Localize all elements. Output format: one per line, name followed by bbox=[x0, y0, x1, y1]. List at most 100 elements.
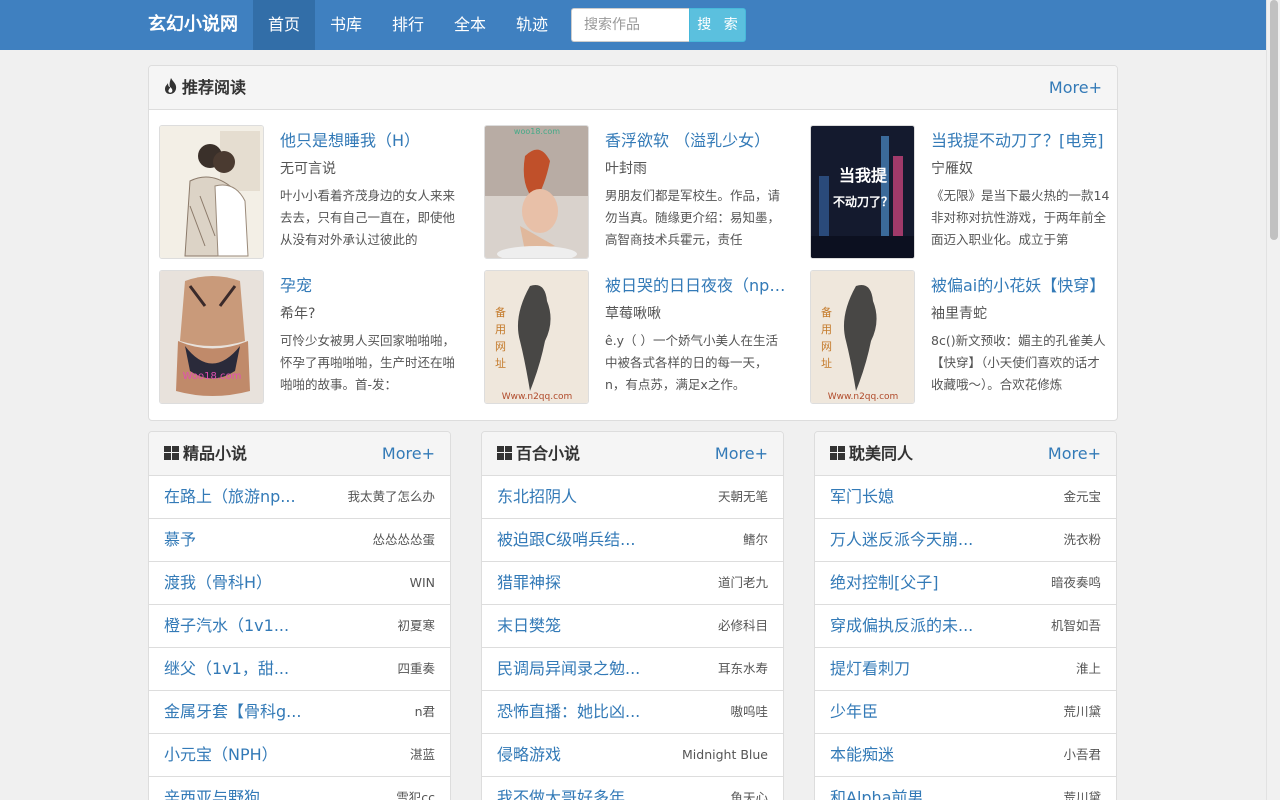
book-title-link[interactable]: 和Alpha前男 bbox=[830, 777, 924, 800]
book-title-link[interactable]: 侵略游戏 bbox=[497, 734, 561, 776]
book-card[interactable]: 当我提 不动刀了？ 当我提不动刀了？[电竞] 宁雁奴 《无限》是当下最火热的一款… bbox=[810, 125, 1117, 261]
book-title-link[interactable]: 万人迷反派今天崩... bbox=[830, 519, 973, 561]
book-author: 宁雁奴 bbox=[931, 161, 973, 177]
more-link[interactable]: More+ bbox=[715, 432, 768, 476]
book-cover[interactable] bbox=[159, 125, 264, 259]
list-item[interactable]: 少年臣 荒川黛 bbox=[815, 691, 1116, 734]
list-item[interactable]: 继父（1v1，甜... 四重奏 bbox=[149, 648, 450, 691]
list-item[interactable]: 猎罪神探 道门老九 bbox=[482, 562, 783, 605]
book-title-link[interactable]: 绝对控制[父子] bbox=[830, 562, 939, 604]
book-title[interactable]: 被日哭的日日夜夜（np高H） bbox=[605, 272, 791, 296]
book-title-link[interactable]: 军门长媳 bbox=[830, 476, 894, 518]
book-cover[interactable]: 备 用 网 址 Www.n2qq.com bbox=[810, 270, 915, 404]
book-title-link[interactable]: 穿成偏执反派的未... bbox=[830, 605, 973, 647]
book-author: 机智如吾 bbox=[1050, 618, 1101, 633]
book-author: 荒川黛 bbox=[1063, 704, 1101, 719]
book-title-link[interactable]: 被迫跟C级哨兵结... bbox=[497, 519, 635, 561]
list-item[interactable]: 本能痴迷 小吾君 bbox=[815, 734, 1116, 777]
fire-icon bbox=[164, 67, 178, 111]
book-author: 小吾君 bbox=[1063, 747, 1101, 762]
scrollbar-thumb[interactable] bbox=[1270, 0, 1278, 240]
book-title-link[interactable]: 本能痴迷 bbox=[830, 734, 894, 776]
list-item[interactable]: 万人迷反派今天崩... 洗衣粉 bbox=[815, 519, 1116, 562]
nav-item-history[interactable]: 轨迹 bbox=[501, 0, 563, 50]
book-title-link[interactable]: 在路上（旅游np... bbox=[164, 476, 296, 518]
book-title-link[interactable]: 辛西亚与野狗 bbox=[164, 777, 260, 800]
list-item[interactable]: 金属牙套【骨科g... n君 bbox=[149, 691, 450, 734]
page-scrollbar[interactable] bbox=[1266, 0, 1280, 800]
more-link[interactable]: More+ bbox=[1048, 432, 1101, 476]
list-item[interactable]: 绝对控制[父子] 暗夜奏鸣 bbox=[815, 562, 1116, 605]
book-cover[interactable]: 备 用 网 址 Www.n2qq.com bbox=[484, 270, 589, 404]
book-title-link[interactable]: 慕予 bbox=[164, 519, 196, 561]
list-item[interactable]: 提灯看刺刀 淮上 bbox=[815, 648, 1116, 691]
list-item[interactable]: 在路上（旅游np... 我太黄了怎么办 bbox=[149, 476, 450, 519]
book-title-link[interactable]: 恐怖直播：她比凶... bbox=[497, 691, 640, 733]
book-title-link[interactable]: 末日樊笼 bbox=[497, 605, 561, 647]
search-button[interactable]: 搜 索 bbox=[689, 8, 746, 42]
book-title-link[interactable]: 民调局异闻录之勉... bbox=[497, 648, 640, 690]
cover-watermark: Www.n2qq.com bbox=[828, 392, 899, 402]
list-item[interactable]: 军门长媳 金元宝 bbox=[815, 476, 1116, 519]
book-card[interactable]: woo18.com 香浮欲软 （溢乳少女） 叶封雨 男朋友们都是军校生。作品，请… bbox=[484, 125, 794, 261]
book-title-link[interactable]: 猎罪神探 bbox=[497, 562, 561, 604]
list-item[interactable]: 和Alpha前男 荒川黛 bbox=[815, 777, 1116, 800]
book-title[interactable]: 香浮欲软 （溢乳少女） bbox=[605, 127, 791, 151]
nav-item-home[interactable]: 首页 bbox=[253, 0, 315, 50]
book-author: WIN bbox=[409, 575, 435, 590]
list-item[interactable]: 橙子汽水（1v1... 初夏寒 bbox=[149, 605, 450, 648]
list-item[interactable]: 侵略游戏 Midnight Blue bbox=[482, 734, 783, 777]
recommend-panel: 推荐阅读 More+ 他只是想睡我（H） 无可言说 叶小小看着齐茂身边的女人来来… bbox=[148, 65, 1118, 421]
book-description: 可怜少女被男人买回家啪啪啪，怀孕了再啪啪啪，生产时还在啪啪啪的故事。首-发： bbox=[280, 333, 456, 392]
list-item[interactable]: 慕予 怂怂怂怂蛋 bbox=[149, 519, 450, 562]
book-title[interactable]: 他只是想睡我（H） bbox=[280, 127, 466, 151]
nav-item-completed[interactable]: 全本 bbox=[439, 0, 501, 50]
book-cover[interactable]: 当我提 不动刀了？ bbox=[810, 125, 915, 259]
list-item[interactable]: 恐怖直播：她比凶... 嗷呜哇 bbox=[482, 691, 783, 734]
list-item[interactable]: 末日樊笼 必修科目 bbox=[482, 605, 783, 648]
book-author: 淮上 bbox=[1075, 661, 1101, 676]
book-title-link[interactable]: 渡我（骨科H） bbox=[164, 562, 272, 604]
book-title-link[interactable]: 东北招阴人 bbox=[497, 476, 577, 518]
more-link[interactable]: More+ bbox=[1049, 66, 1102, 110]
list-item[interactable]: 被迫跟C级哨兵结... 鳍尔 bbox=[482, 519, 783, 562]
book-author: 洗衣粉 bbox=[1063, 532, 1101, 547]
list-item[interactable]: 穿成偏执反派的未... 机智如吾 bbox=[815, 605, 1116, 648]
nav-item-library[interactable]: 书库 bbox=[315, 0, 377, 50]
list-item[interactable]: 东北招阴人 天朝无笔 bbox=[482, 476, 783, 519]
svg-text:用: 用 bbox=[495, 323, 506, 336]
book-author: 初夏寒 bbox=[397, 618, 435, 633]
search-input[interactable] bbox=[571, 8, 689, 42]
more-link[interactable]: More+ bbox=[382, 432, 435, 476]
book-title[interactable]: 孕宠 bbox=[280, 272, 466, 296]
list-item[interactable]: 小元宝（NPH） 湛蓝 bbox=[149, 734, 450, 777]
book-title[interactable]: 被偏ai的小花妖【快穿】 bbox=[931, 272, 1117, 296]
book-title-link[interactable]: 提灯看刺刀 bbox=[830, 648, 910, 690]
site-logo[interactable]: 玄幻小说网 bbox=[148, 0, 238, 50]
book-title-link[interactable]: 继父（1v1，甜... bbox=[164, 648, 289, 690]
book-card[interactable]: Woo18.com 孕宠 希年? 可怜少女被男人买回家啪啪啪，怀孕了再啪啪啪，生… bbox=[159, 270, 469, 406]
svg-text:网: 网 bbox=[495, 340, 506, 353]
book-cover[interactable]: Woo18.com bbox=[159, 270, 264, 404]
list-item[interactable]: 辛西亚与野狗 雪犯cc bbox=[149, 777, 450, 800]
book-card[interactable]: 他只是想睡我（H） 无可言说 叶小小看着齐茂身边的女人来来去去，只有自己一直在，… bbox=[159, 125, 469, 261]
list-item[interactable]: 渡我（骨科H） WIN bbox=[149, 562, 450, 605]
book-title-link[interactable]: 小元宝（NPH） bbox=[164, 734, 278, 776]
book-title[interactable]: 当我提不动刀了？[电竞] bbox=[931, 127, 1117, 151]
book-title-link[interactable]: 少年臣 bbox=[830, 691, 878, 733]
book-title-link[interactable]: 橙子汽水（1v1... bbox=[164, 605, 289, 647]
section-title-text: 百合小说 bbox=[516, 444, 581, 463]
nav-item-ranking[interactable]: 排行 bbox=[377, 0, 439, 50]
book-title-link[interactable]: 金属牙套【骨科g... bbox=[164, 691, 301, 733]
list-item[interactable]: 我不做大哥好多年 鱼天心 bbox=[482, 777, 783, 800]
list-item[interactable]: 民调局异闻录之勉... 耳东水寿 bbox=[482, 648, 783, 691]
panel-title: 耽美同人 bbox=[830, 432, 913, 477]
section-title-text: 精品小说 bbox=[183, 444, 248, 463]
book-card[interactable]: 备 用 网 址 Www.n2qq.com 被偏ai的小花妖【快穿】 袖里青蛇 8… bbox=[810, 270, 1117, 406]
panel-header: 耽美同人 More+ bbox=[815, 432, 1116, 476]
book-card[interactable]: 备 用 网 址 Www.n2qq.com 被日哭的日日夜夜（np高H） 草莓啾啾… bbox=[484, 270, 794, 406]
book-description: 男朋友们都是军校生。作品，请勿当真。随缘更介绍：易知墨，高智商技术兵霍元，责任 bbox=[605, 188, 781, 247]
book-author: 我太黄了怎么办 bbox=[347, 489, 435, 504]
book-title-link[interactable]: 我不做大哥好多年 bbox=[497, 777, 625, 800]
book-cover[interactable]: woo18.com bbox=[484, 125, 589, 259]
